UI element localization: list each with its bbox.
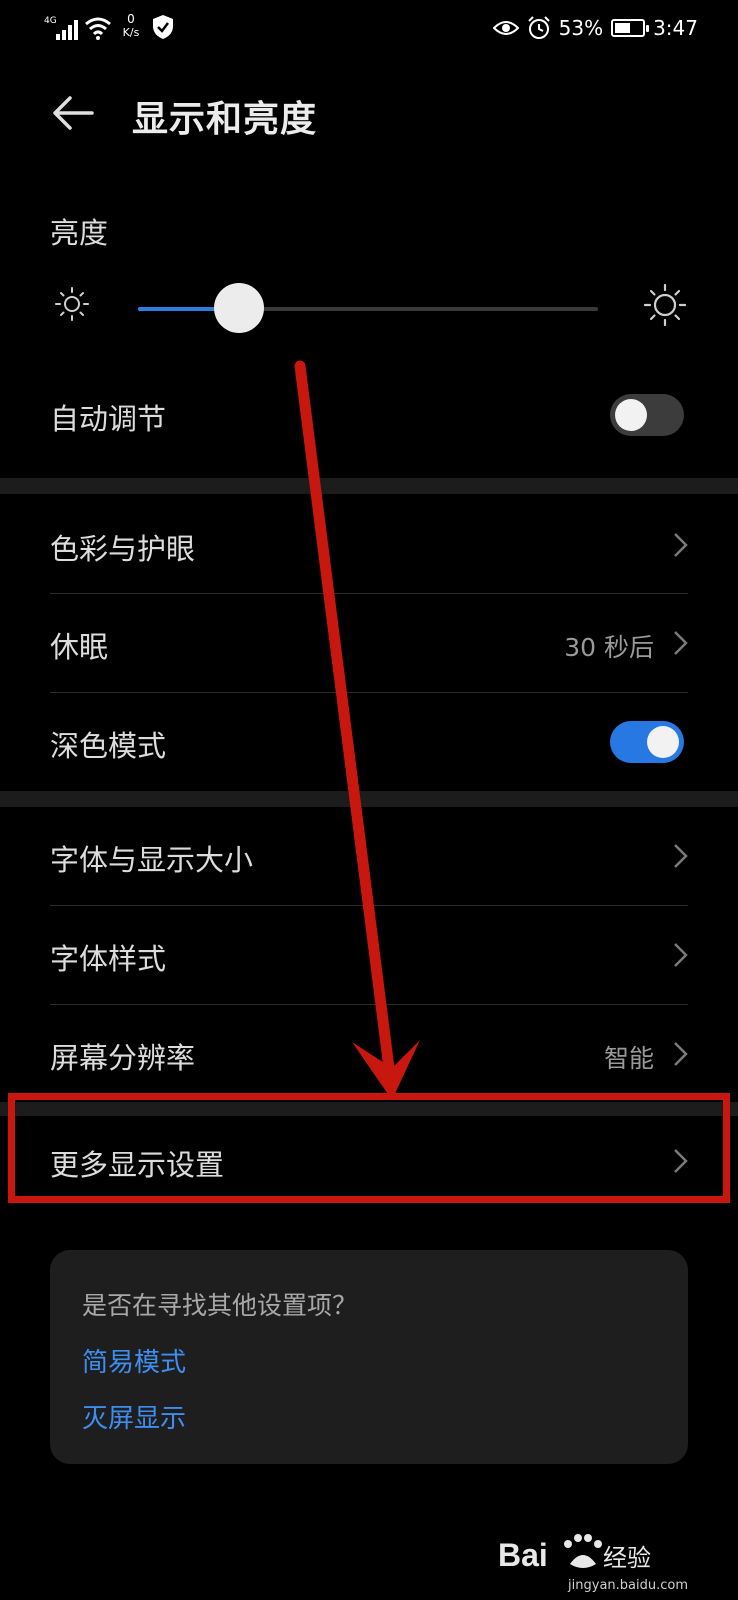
wifi-icon [85,17,111,40]
svg-text:Bai: Bai [498,1537,548,1573]
font-style-row[interactable]: 字体样式 [0,906,738,1004]
clock: 3:47 [653,16,698,40]
resolution-label: 屏幕分辨率 [50,1041,196,1075]
toggle-knob [615,399,647,431]
chevron-right-icon [674,844,688,868]
toggle-knob [647,726,679,758]
speed-value: 0 [127,12,135,26]
network-speed: 0 K/s [116,12,146,40]
signal-icon [56,20,78,40]
back-arrow-icon[interactable] [48,88,98,138]
status-right: 53% 3:47 [492,14,698,42]
group-separator [0,791,738,807]
resolution-row[interactable]: 屏幕分辨率 智能 [0,1005,738,1103]
chevron-right-icon [674,1042,688,1066]
chevron-right-icon [674,533,688,557]
network-type: 4G [44,16,57,26]
speed-unit: K/s [122,26,140,39]
brightness-high-icon [644,284,686,326]
svg-text:经验: 经验 [603,1544,651,1572]
suggestion-card: 是否在寻找其他设置项？ 简易模式 灭屏显示 [50,1250,688,1464]
simple-mode-link[interactable]: 简易模式 [82,1342,186,1379]
brightness-label: 亮度 [50,216,109,250]
font-style-label: 字体样式 [50,942,167,976]
alarm-icon [527,16,550,39]
font-display-size-row[interactable]: 字体与显示大小 [0,807,738,905]
battery-icon [611,19,650,37]
auto-adjust-toggle[interactable] [610,394,684,436]
dark-mode-label: 深色模式 [50,729,167,763]
screen-off-display-link[interactable]: 灭屏显示 [82,1398,186,1435]
dark-mode-row[interactable]: 深色模式 [0,693,738,791]
shield-icon [153,15,173,39]
eye-icon [492,21,519,35]
suggestion-question: 是否在寻找其他设置项？ [82,1291,358,1320]
brightness-slider-thumb[interactable] [214,283,265,333]
font-display-size-label: 字体与显示大小 [50,843,254,877]
page-title: 显示和亮度 [132,99,318,140]
baidu-watermark-logo: Bai 经验 [498,1534,651,1573]
color-eye-row[interactable]: 色彩与护眼 [0,496,738,594]
brightness-low-icon [55,287,89,321]
resolution-value: 智能 [603,1044,654,1073]
chevron-right-icon [674,631,688,655]
auto-adjust-row[interactable]: 自动调节 [0,380,738,450]
sleep-row[interactable]: 休眠 30 秒后 [0,594,738,692]
dark-mode-toggle[interactable] [610,721,684,763]
battery-percent: 53% [558,16,604,40]
watermark-url: jingyan.baidu.com [568,1578,688,1593]
header: 显示和亮度 [0,70,738,160]
sleep-value: 30 秒后 [564,633,654,662]
brightness-slider[interactable] [138,283,598,333]
color-eye-label: 色彩与护眼 [50,532,196,566]
auto-adjust-label: 自动调节 [50,402,167,436]
sleep-label: 休眠 [50,630,109,664]
chevron-right-icon [674,943,688,967]
highlight-box [8,1093,730,1203]
group-separator [0,478,738,494]
status-bar: 4G 0 K/s 53% 3:47 [0,0,738,56]
battery-fill [615,23,631,33]
